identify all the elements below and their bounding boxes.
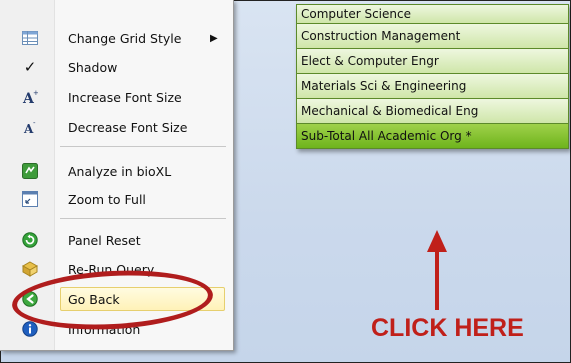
- svg-text:+: +: [33, 89, 38, 97]
- submenu-arrow-icon: ▶: [210, 32, 218, 44]
- menu-item-label: Increase Font Size: [68, 89, 182, 105]
- menu-item-analyze-bioxl[interactable]: Analyze in bioXL: [0, 158, 233, 184]
- menu-item-change-grid-style[interactable]: Change Grid Style ▶: [0, 25, 233, 51]
- checkmark-icon: ✓: [23, 58, 37, 76]
- zoom-full-icon: [22, 191, 38, 207]
- grid-style-icon: [22, 30, 38, 46]
- menu-item-decrease-font-size[interactable]: A- Decrease Font Size: [0, 114, 233, 140]
- information-icon: [22, 321, 38, 337]
- menu-item-label: Panel Reset: [68, 232, 141, 248]
- menu-item-label: Analyze in bioXL: [68, 163, 172, 179]
- grid-row[interactable]: Construction Management: [296, 24, 569, 49]
- bioxl-icon: [22, 163, 38, 179]
- menu-item-label: Shadow: [68, 59, 118, 75]
- menu-separator: [60, 218, 226, 219]
- menu-item-label: Change Grid Style: [68, 30, 182, 46]
- click-here-annotation: CLICK HERE: [371, 314, 524, 342]
- menu-separator: [60, 146, 226, 147]
- menu-item-panel-reset[interactable]: Panel Reset: [0, 227, 233, 253]
- svg-text:-: -: [33, 119, 36, 127]
- menu-item-label: Decrease Font Size: [68, 119, 188, 135]
- up-arrow-icon: [427, 230, 447, 310]
- menu-item-shadow[interactable]: ✓ Shadow: [0, 54, 233, 80]
- grid-row-subtotal[interactable]: Sub-Total All Academic Org *: [296, 124, 569, 149]
- increase-font-icon: A +: [22, 89, 38, 105]
- menu-item-zoom-to-full[interactable]: Zoom to Full: [0, 186, 233, 212]
- rerun-query-icon: [22, 261, 38, 277]
- grid-row[interactable]: Mechanical & Biomedical Eng: [296, 99, 569, 124]
- grid-row[interactable]: Elect & Computer Engr: [296, 49, 569, 74]
- decrease-font-icon: A-: [22, 119, 38, 135]
- panel-reset-icon: [22, 232, 38, 248]
- menu-item-label: Go Back: [68, 291, 120, 307]
- grid-row[interactable]: Computer Science: [296, 4, 569, 24]
- academic-org-grid: Computer Science Construction Management…: [296, 4, 569, 149]
- menu-item-label: Zoom to Full: [68, 191, 146, 207]
- menu-item-increase-font-size[interactable]: A + Increase Font Size: [0, 84, 233, 110]
- grid-row[interactable]: Materials Sci & Engineering: [296, 74, 569, 99]
